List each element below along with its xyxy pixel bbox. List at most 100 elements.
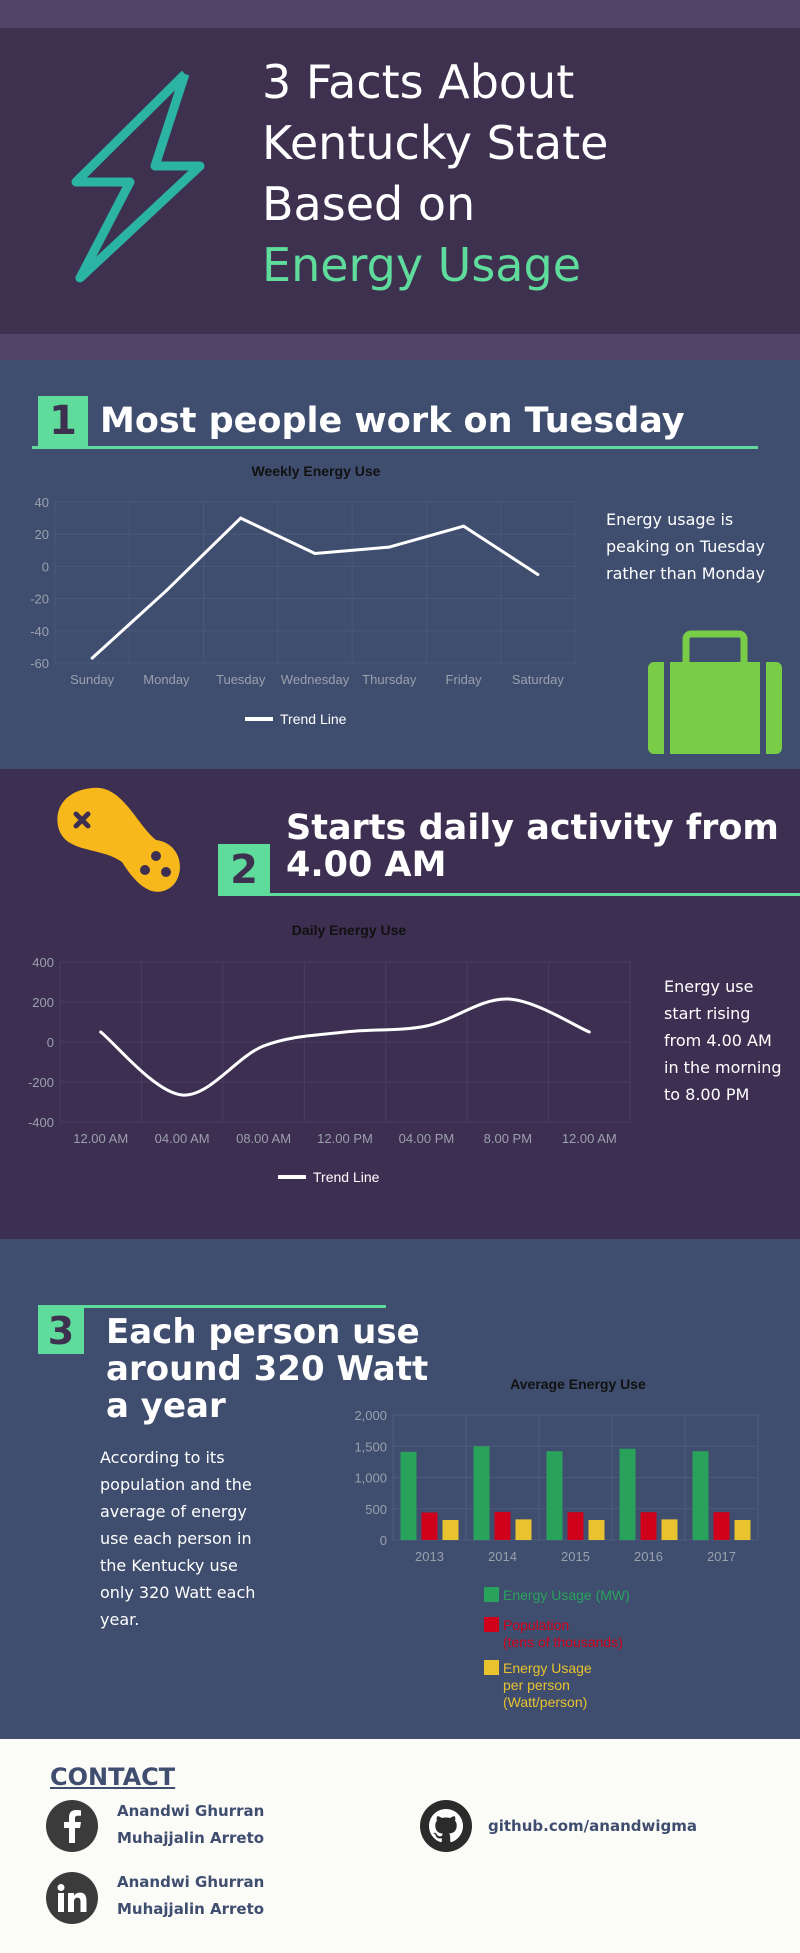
- average-energy-chart: Average Energy Use 2,000 1,500 1,000 500 0 2…: [354, 1376, 759, 1710]
- series-line-trend: [91, 516, 539, 660]
- lightning-bolt-icon: [71, 70, 205, 283]
- y-tick-label: 1,000: [354, 1471, 387, 1486]
- linkedin-icon[interactable]: [46, 1872, 98, 1924]
- y-tick-label: 0: [380, 1533, 387, 1548]
- y-tick-label: -400: [28, 1115, 54, 1130]
- data-point: [536, 572, 540, 576]
- bar-energy: [400, 1451, 417, 1540]
- fact3-heading-line-1: Each person use: [106, 1312, 420, 1352]
- fact1-heading: Most people work on Tuesday: [100, 401, 685, 441]
- x-tick-label: 2015: [561, 1549, 590, 1564]
- legend-swatch-energy: [484, 1587, 499, 1602]
- bar-energy: [546, 1451, 563, 1540]
- fact1-note: Energy usage is peaking on Tuesday rathe…: [606, 510, 766, 583]
- fact1-underline: [32, 446, 758, 449]
- bar-per-person: [661, 1519, 678, 1540]
- briefcase-icon: [648, 630, 782, 754]
- header-divider-strip: [0, 334, 800, 360]
- legend-label-per-person-line-2: per person: [503, 1677, 570, 1693]
- y-tick-label: 400: [32, 955, 54, 970]
- y-tick-label: 200: [32, 995, 54, 1010]
- fact3-topline: [38, 1305, 386, 1308]
- bar-per-person: [734, 1520, 751, 1540]
- legend-label-population-line-1: Population: [503, 1617, 569, 1633]
- x-tick-label: Wednesday: [281, 672, 350, 687]
- x-tick-label: Monday: [143, 672, 190, 687]
- data-point: [180, 1093, 184, 1097]
- page-title: 3 Facts About Kentucky State Based on En…: [262, 52, 782, 296]
- bar-population: [567, 1512, 584, 1540]
- y-tick-label: 0: [47, 1035, 54, 1050]
- bar-population: [640, 1512, 657, 1540]
- legend-label-per-person-line-1: Energy Usage: [503, 1660, 592, 1676]
- weekly-energy-chart: Weekly Energy Use 40 20 0 -20 -40 -60 Sunday M…: [30, 463, 576, 727]
- fact3-note: According to its population and the aver…: [100, 1448, 256, 1629]
- x-tick-label: 2013: [415, 1549, 444, 1564]
- x-tick-label: Tuesday: [216, 672, 266, 687]
- bar-population: [494, 1511, 511, 1540]
- y-tick-label: -200: [28, 1075, 54, 1090]
- contact-title: CONTACT: [50, 1763, 176, 1791]
- data-point: [387, 545, 391, 549]
- github-icon[interactable]: [420, 1800, 472, 1852]
- top-strip: [0, 0, 800, 28]
- data-point: [239, 516, 243, 520]
- x-tick-label: 2014: [488, 1549, 517, 1564]
- data-point: [424, 1024, 428, 1028]
- legend-label-per-person-line-3: (Watt/person): [503, 1694, 587, 1710]
- y-tick-label: 20: [35, 527, 49, 542]
- fact2-heading-line-2: 4.00 AM: [286, 845, 447, 885]
- x-tick-label: 2017: [707, 1549, 736, 1564]
- legend-label-population-line-2: (tens of thousands): [503, 1634, 623, 1650]
- data-point: [343, 1030, 347, 1034]
- x-tick-label: 2016: [634, 1549, 663, 1564]
- y-tick-label: -60: [30, 656, 49, 671]
- x-tick-label: 04.00 AM: [155, 1131, 210, 1146]
- x-tick-label: Thursday: [362, 672, 417, 687]
- legend-label: Trend Line: [313, 1169, 380, 1185]
- title-line-3: Based on: [262, 177, 476, 231]
- data-point: [506, 997, 510, 1001]
- y-tick-label: -20: [30, 592, 49, 607]
- fact2-underline: [218, 893, 800, 896]
- data-point: [262, 1044, 266, 1048]
- bar-energy: [692, 1451, 709, 1540]
- chart-legend: Energy Usage (MW) Population (tens of th…: [484, 1587, 630, 1710]
- x-tick-label: 8.00 PM: [484, 1131, 532, 1146]
- fact2-note: Energy use start rising from 4.00 AM in …: [664, 977, 782, 1104]
- data-point: [587, 1030, 591, 1034]
- bar-population: [421, 1512, 438, 1540]
- y-tick-label: 40: [35, 495, 49, 510]
- github-link[interactable]: github.com/anandwigma: [488, 1813, 697, 1840]
- chart-title: Daily Energy Use: [292, 922, 407, 938]
- y-tick-label: 500: [365, 1502, 387, 1517]
- daily-energy-chart: Daily Energy Use 400 200 0 -200 -400 12.00 A…: [28, 922, 631, 1185]
- facebook-icon[interactable]: [46, 1800, 98, 1852]
- bar-per-person: [442, 1520, 459, 1540]
- fact3-number: 3: [38, 1308, 84, 1354]
- chart-title: Weekly Energy Use: [252, 463, 381, 479]
- y-tick-label: 2,000: [354, 1408, 387, 1423]
- data-point: [313, 552, 317, 556]
- x-tick-label: 04.00 PM: [399, 1131, 455, 1146]
- linkedin-link[interactable]: Anandwi Ghurran Muhajjalin Arreto: [117, 1869, 357, 1923]
- fact2-heading: Starts daily activity from 4.00 AM: [286, 810, 779, 884]
- legend-label-population: Population (tens of thousands): [503, 1617, 623, 1650]
- bar-population: [713, 1512, 730, 1540]
- bar-energy: [619, 1448, 636, 1540]
- fact2-heading-line-1: Starts daily activity from: [286, 808, 779, 848]
- y-tick-label: 0: [42, 559, 49, 574]
- legend-label-energy: Energy Usage (MW): [503, 1587, 630, 1603]
- chart-title: Average Energy Use: [510, 1376, 646, 1392]
- legend-swatch-population: [484, 1617, 499, 1632]
- x-tick-label: 12.00 AM: [562, 1131, 617, 1146]
- fact1-number: 1: [38, 396, 88, 446]
- legend-label: Trend Line: [280, 711, 347, 727]
- facebook-link[interactable]: Anandwi Ghurran Muhajjalin Arreto: [117, 1798, 357, 1852]
- legend-swatch-per-person: [484, 1660, 499, 1675]
- x-tick-label: Friday: [446, 672, 483, 687]
- bar-energy: [473, 1446, 490, 1540]
- fact2-number: 2: [218, 844, 270, 896]
- y-tick-label: 1,500: [354, 1439, 387, 1454]
- data-point: [164, 589, 168, 593]
